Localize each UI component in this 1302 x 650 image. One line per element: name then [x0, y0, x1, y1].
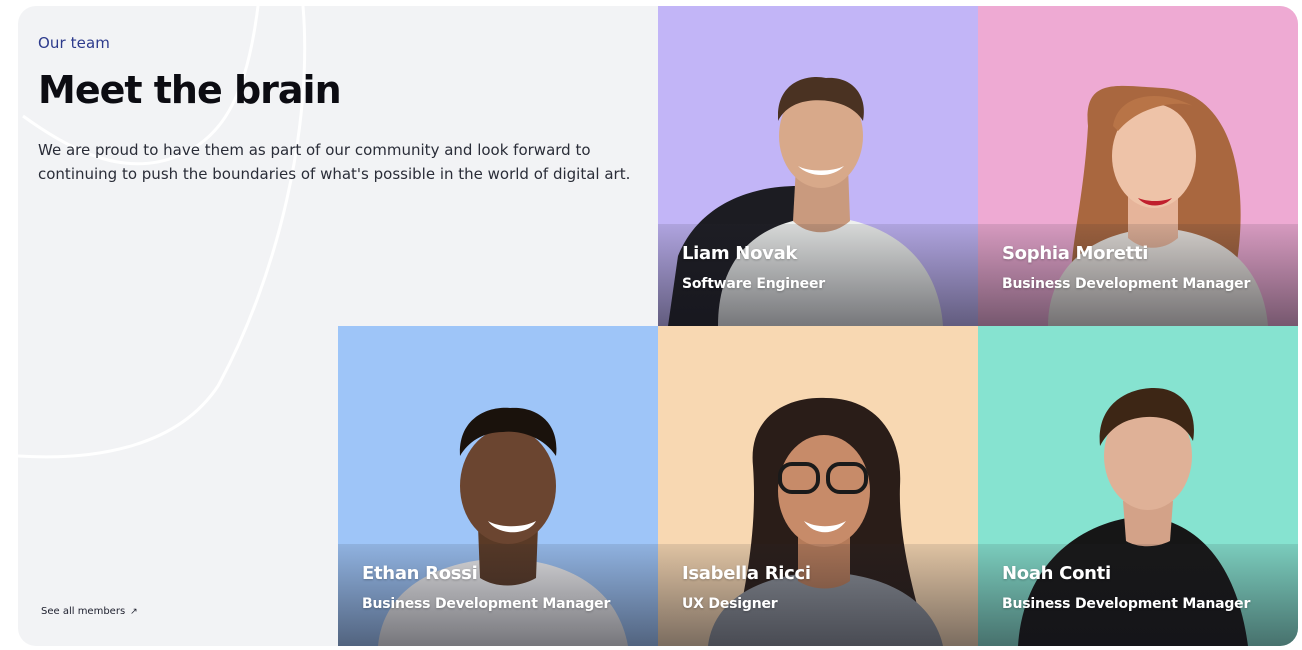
- section-description: We are proud to have them as part of our…: [38, 141, 631, 183]
- section-eyebrow: Our team: [38, 34, 110, 52]
- member-name: Liam Novak: [682, 243, 798, 264]
- member-role: UX Designer: [682, 596, 778, 612]
- see-all-members-label: See all members: [41, 606, 126, 617]
- member-name: Noah Conti: [1002, 563, 1111, 584]
- member-role: Business Development Manager: [1002, 596, 1251, 612]
- member-card-ethan-rossi[interactable]: Ethan Rossi Business Development Manager: [338, 326, 658, 646]
- member-name: Ethan Rossi: [362, 563, 478, 584]
- arrow-up-right-icon: ↗: [130, 606, 138, 617]
- section-title: Meet the brain: [38, 68, 342, 112]
- member-role: Business Development Manager: [1002, 276, 1251, 292]
- member-card-liam-novak[interactable]: Liam Novak Software Engineer: [658, 6, 978, 326]
- member-name: Isabella Ricci: [682, 563, 811, 584]
- member-card-noah-conti[interactable]: Noah Conti Business Development Manager: [978, 326, 1298, 646]
- see-all-members-link[interactable]: See all members ↗: [41, 606, 138, 617]
- member-card-isabella-ricci[interactable]: Isabella Ricci UX Designer: [658, 326, 978, 646]
- member-name: Sophia Moretti: [1002, 243, 1149, 264]
- member-card-sophia-moretti[interactable]: Sophia Moretti Business Development Mana…: [978, 6, 1298, 326]
- team-section: Our team Meet the brain We are proud to …: [18, 6, 1298, 646]
- member-role: Business Development Manager: [362, 596, 611, 612]
- member-role: Software Engineer: [682, 276, 825, 292]
